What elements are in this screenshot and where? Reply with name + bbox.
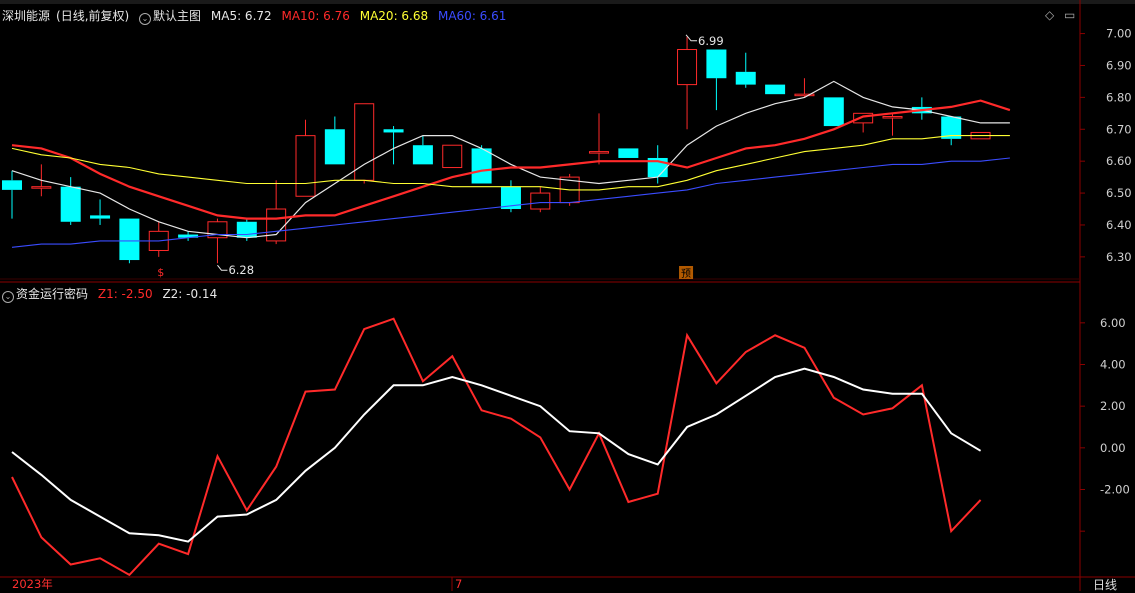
time-axis-year-label: 2023年 (12, 577, 53, 591)
candle-body (412, 145, 433, 165)
high-marker-arrow (685, 34, 698, 42)
candle (471, 145, 492, 184)
low-price-label: 6.28 (228, 263, 254, 277)
candle (412, 135, 433, 165)
candle-body (2, 180, 22, 190)
candle-body (765, 84, 786, 95)
period-label[interactable]: 日线 (1093, 576, 1117, 593)
high-price-label: 6.99 (698, 34, 724, 48)
candle (882, 113, 903, 136)
candle (823, 97, 844, 127)
candle-body (383, 129, 404, 133)
candle (148, 221, 169, 257)
candle-body (589, 151, 609, 154)
candle (735, 52, 756, 88)
candle-body (31, 186, 52, 189)
price-tick-label: 6.30 (1106, 250, 1132, 264)
candle (442, 144, 463, 169)
candle-body (90, 215, 111, 219)
low-marker-arrow (217, 264, 228, 271)
candle (178, 231, 199, 241)
price-tick-label: 6.40 (1106, 218, 1132, 232)
candle (90, 199, 111, 225)
candle-body (618, 148, 639, 158)
candle-body (119, 218, 140, 261)
candle-body (706, 49, 727, 79)
stock-chart[interactable]: 7.00 6.90 6.80 6.70 6.60 6.50 6.40 6.30 6.99 6.28… (0, 0, 1135, 591)
price-tick-label: 6.90 (1106, 58, 1132, 72)
candle-body (530, 192, 551, 210)
price-tick-label: 6.60 (1106, 154, 1132, 168)
candle (530, 186, 551, 213)
price-tick-label: 6.50 (1106, 186, 1132, 200)
osc-tick-label: 0.00 (1100, 441, 1126, 455)
candle-body (882, 116, 903, 119)
osc-tick-label: -2.00 (1100, 483, 1130, 497)
price-tick-label: 6.70 (1106, 122, 1132, 136)
candle (207, 218, 228, 264)
candle (2, 170, 22, 219)
indicator-line-z1 (11, 317, 982, 577)
candle (765, 84, 786, 95)
osc-tick-label: 2.00 (1100, 399, 1126, 413)
candle-body (60, 186, 81, 222)
osc-tick-label: 6.00 (1100, 316, 1126, 330)
candle-body (823, 97, 844, 127)
candle-body (442, 144, 463, 169)
candle (295, 119, 316, 197)
osc-tick-label: 4.00 (1100, 358, 1126, 372)
candle (324, 116, 345, 165)
candle-body (324, 129, 345, 165)
candle (589, 113, 609, 165)
indicator-line-z2 (11, 367, 982, 543)
forecast-badge-label: 预 (681, 268, 691, 280)
time-axis-month-label: 7 (455, 577, 462, 591)
candle-body (266, 208, 287, 242)
candle-body (236, 221, 257, 238)
candle (794, 78, 815, 98)
candle (677, 36, 698, 130)
candle-body (471, 148, 492, 184)
candle-body (735, 71, 756, 85)
candle (706, 49, 727, 111)
candle (618, 148, 639, 158)
price-tick-label: 6.80 (1106, 90, 1132, 104)
candle (60, 177, 81, 225)
price-tick-label: 7.00 (1106, 27, 1132, 41)
dividend-marker: $ (157, 266, 164, 279)
candle (354, 103, 375, 184)
ma-line-ma5 (11, 80, 1010, 239)
candle-body (295, 135, 316, 197)
candle (941, 116, 962, 146)
candle (500, 180, 521, 213)
candle-body (677, 49, 698, 86)
